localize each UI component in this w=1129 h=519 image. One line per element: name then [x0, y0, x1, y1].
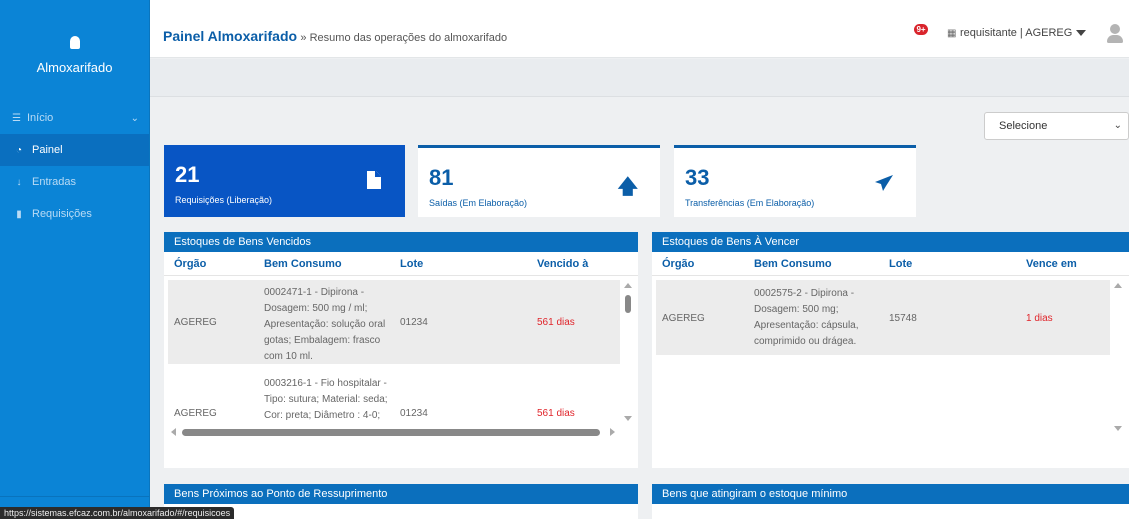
- column-header-vence-em[interactable]: Vence em: [1026, 258, 1077, 270]
- sidebar: Almoxarifado ☰ Início ⌄ ◔ Painel ↓ Entradas…: [0, 0, 150, 519]
- panel-title: Bens Próximos ao Ponto de Ressuprimento: [164, 484, 638, 504]
- sidebar-item-label: Entradas: [32, 176, 77, 188]
- browser-status-url: https://sistemas.efcaz.com.br/almoxarifa…: [0, 507, 235, 519]
- caret-down-icon: [1076, 30, 1087, 37]
- paper-plane-icon: [875, 175, 893, 191]
- vertical-scrollbar[interactable]: [1110, 280, 1126, 436]
- dashboard-icon: ◔: [15, 144, 23, 156]
- user-name: requisitante | AGEREG: [960, 27, 1073, 39]
- column-header-lote[interactable]: Lote: [889, 258, 912, 270]
- avatar[interactable]: [1106, 24, 1124, 44]
- horizontal-scrollbar[interactable]: [168, 426, 636, 438]
- breadcrumb-bar: [150, 59, 1129, 97]
- cell-lote: 01234: [400, 317, 428, 328]
- panel-ponto-ressuprimento: Bens Próximos ao Ponto de Ressuprimento: [164, 484, 638, 519]
- stat-label: Transferências (Em Elaboração): [685, 198, 815, 208]
- sidebar-divider: [0, 496, 150, 497]
- sidebar-item-label: Início: [26, 112, 54, 124]
- table-row[interactable]: AGEREG 0002575-2 - Dipirona - Dosagem: 5…: [656, 280, 1110, 355]
- chevron-down-icon: ⌄: [1113, 120, 1122, 131]
- stat-card-requisicoes[interactable]: 21 Requisições (Liberação): [164, 145, 405, 217]
- cell-lote: 01234: [400, 408, 428, 419]
- brand-logo-icon: [69, 36, 80, 49]
- stat-value: 33: [685, 165, 710, 190]
- stat-value: 21: [175, 162, 200, 187]
- sidebar-item-requisicoes[interactable]: ▮ Requisições: [0, 198, 149, 230]
- column-header-orgao[interactable]: Órgão: [174, 258, 206, 270]
- stat-value: 81: [429, 165, 454, 190]
- filter-select-value: Selecione: [999, 120, 1048, 132]
- column-header-bem-consumo[interactable]: Bem Consumo: [264, 258, 342, 270]
- page-subtitle: » Resumo das operações do almoxarifado: [300, 32, 508, 44]
- arrow-up-icon: 🡅: [617, 176, 638, 198]
- sidebar-item-entradas[interactable]: ↓ Entradas: [0, 166, 149, 198]
- stat-label: Requisições (Liberação): [175, 195, 273, 205]
- column-header-lote[interactable]: Lote: [400, 258, 423, 270]
- panel-title: Bens que atingiram o estoque mínimo: [652, 484, 1129, 504]
- sidebar-item-label: Requisições: [32, 208, 92, 220]
- cell-bem: 0002575-2 - Dipirona - Dosagem: 500 mg; …: [754, 288, 859, 347]
- column-header-bem-consumo[interactable]: Bem Consumo: [754, 258, 832, 270]
- cell-bem: 0002471-1 - Dipirona - Dosagem: 500 mg /…: [264, 287, 386, 362]
- user-menu[interactable]: requisitante | AGEREG: [960, 27, 1087, 39]
- page-title-main: Painel Almoxarifado: [163, 28, 298, 44]
- cell-prazo: 561 dias: [537, 317, 575, 328]
- panel-bens-a-vencer: Estoques de Bens À Vencer Órgão Bem Cons…: [652, 232, 1129, 468]
- document-icon: [367, 171, 381, 189]
- sidebar-item-inicio[interactable]: ☰ Início ⌄: [0, 102, 149, 134]
- stat-card-saidas[interactable]: 81 Saídas (Em Elaboração) 🡅: [418, 145, 660, 217]
- panel-estoque-minimo: Bens que atingiram o estoque mínimo: [652, 484, 1129, 519]
- top-header: Painel Almoxarifado » Resumo das operaçõ…: [150, 0, 1129, 58]
- stat-label: Saídas (Em Elaboração): [429, 198, 528, 208]
- sidebar-item-label: Painel: [32, 144, 63, 156]
- sidebar-nav: ☰ Início ⌄ ◔ Painel ↓ Entradas ▮ Requisições: [0, 102, 149, 230]
- file-icon: ▮: [16, 208, 22, 220]
- panel-title: Estoques de Bens À Vencer: [652, 232, 1129, 252]
- column-header-vencido[interactable]: Vencido à: [537, 258, 588, 270]
- cell-prazo: 1 dias: [1026, 313, 1053, 324]
- brand-name: Almoxarifado: [36, 60, 113, 75]
- arrow-down-icon: ↓: [16, 176, 22, 188]
- cell-bem: 0003216-1 - Fio hospitalar - Tipo: sutur…: [264, 378, 388, 421]
- column-header-orgao[interactable]: Órgão: [662, 258, 694, 270]
- table-row[interactable]: AGEREG 0002471-1 - Dipirona - Dosagem: 5…: [168, 280, 620, 364]
- cell-orgao: AGEREG: [662, 313, 705, 324]
- filter-select[interactable]: Selecione ⌄: [984, 112, 1129, 140]
- table-row[interactable]: AGEREG 0003216-1 - Fio hospitalar - Tipo…: [168, 372, 620, 426]
- stat-card-transferencias[interactable]: 33 Transferências (Em Elaboração): [674, 145, 916, 217]
- page-title: Painel Almoxarifado » Resumo das operaçõ…: [163, 28, 507, 44]
- brand[interactable]: Almoxarifado: [0, 0, 149, 94]
- cell-prazo: 561 dias: [537, 408, 575, 419]
- table-header: Órgão Bem Consumo Lote Vencido à: [164, 252, 638, 276]
- list-icon: ☰: [12, 113, 21, 124]
- table-header: Órgão Bem Consumo Lote Vence em: [652, 252, 1129, 276]
- sidebar-item-painel[interactable]: ◔ Painel: [0, 134, 149, 166]
- cell-lote: 15748: [889, 313, 917, 324]
- vertical-scrollbar[interactable]: [620, 280, 636, 426]
- grid-icon[interactable]: ▦: [947, 28, 956, 39]
- panel-bens-vencidos: Estoques de Bens Vencidos Órgão Bem Cons…: [164, 232, 638, 468]
- panel-title: Estoques de Bens Vencidos: [164, 232, 638, 252]
- chevron-down-icon: ⌄: [130, 112, 139, 124]
- cell-orgao: AGEREG: [174, 408, 217, 419]
- notification-badge[interactable]: 9+: [914, 24, 928, 35]
- cell-orgao: AGEREG: [174, 317, 217, 328]
